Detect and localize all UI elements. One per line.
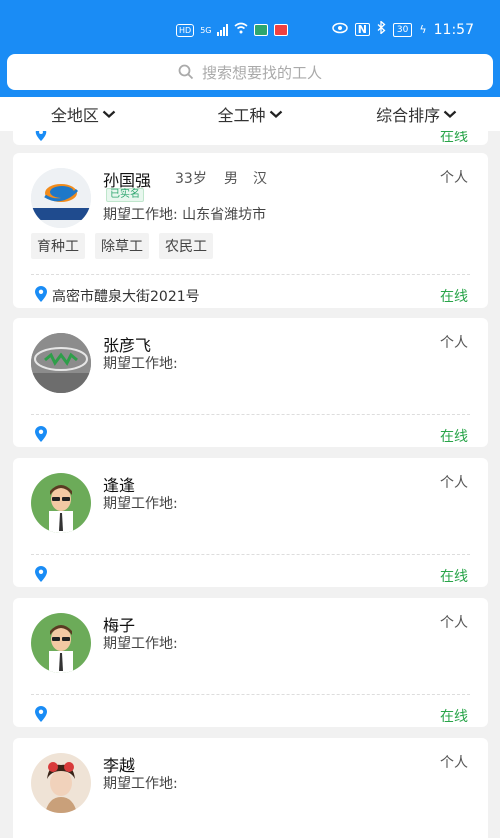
avatar: [31, 473, 91, 533]
expected-location-label: 期望工作地:: [103, 496, 178, 512]
worker-type: 个人: [440, 755, 468, 771]
worker-age: 33岁: [175, 171, 207, 187]
expected-location: 期望工作地: 山东省潍坊市: [103, 204, 266, 224]
divider: [31, 274, 470, 275]
battery-icon: 30: [392, 22, 413, 37]
online-status: 在线: [440, 429, 468, 445]
worker-card[interactable]: 梅子 个人 期望工作地: 在线: [13, 598, 488, 727]
online-status: 在线: [440, 709, 468, 725]
filter-region-label: 全地区: [50, 106, 99, 125]
clock: 11:57: [433, 21, 474, 38]
worker-gender: 男: [224, 171, 238, 187]
worker-address: 高密市醴泉大街2021号: [52, 289, 200, 305]
verified-badge: 已实名: [106, 188, 144, 202]
worker-type: 个人: [440, 170, 468, 186]
app-notification-icon: [254, 24, 269, 36]
worker-type: 个人: [440, 335, 468, 351]
eye-icon: [331, 22, 348, 38]
location-pin-icon: [35, 566, 47, 582]
divider: [31, 414, 470, 415]
divider: [31, 694, 470, 695]
search-bar[interactable]: 搜索想要找的工人: [7, 54, 493, 90]
worker-card[interactable]: 李越 个人 期望工作地:: [13, 738, 488, 838]
search-icon: [178, 64, 194, 80]
filter-bar: 全地区 全工种 综合排序: [0, 97, 500, 131]
filter-trade[interactable]: 全工种: [167, 97, 334, 131]
location-pin-icon: [35, 131, 47, 141]
network-5g-label: 5G: [200, 25, 212, 35]
online-status: 在线: [440, 289, 468, 305]
nfc-icon: N: [354, 23, 370, 36]
worker-card[interactable]: 孙国强 33岁 男 汉 个人 已实名 期望工作地: 山东省潍坊市 育种工 除草工…: [13, 153, 488, 308]
mail-notification-icon: [274, 24, 289, 36]
charging-icon: ϟ: [419, 23, 427, 36]
filter-trade-label: 全工种: [217, 106, 266, 125]
hd-chip: HD: [176, 23, 195, 37]
bluetooth-icon: [377, 20, 386, 38]
location-pin-icon: [35, 706, 47, 722]
status-bar-right: N 30 ϟ 11:57: [331, 20, 474, 38]
location-pin-icon: [35, 286, 47, 302]
expected-location-label: 期望工作地:: [103, 356, 178, 372]
chevron-down-icon: [443, 110, 457, 118]
list-item-partial[interactable]: 在线: [13, 131, 488, 145]
online-status: 在线: [440, 131, 468, 145]
avatar: [31, 333, 91, 393]
filter-region[interactable]: 全地区: [0, 97, 167, 131]
status-bar: HD 5G N 30 ϟ 11:57: [0, 18, 500, 42]
skill-tag: 除草工: [95, 233, 149, 259]
expected-location-label: 期望工作地:: [103, 776, 178, 792]
worker-ethnicity: 汉: [253, 171, 267, 187]
online-status: 在线: [440, 569, 468, 585]
chevron-down-icon: [102, 110, 116, 118]
skill-tag: 育种工: [31, 233, 85, 259]
signal-icon: [217, 24, 229, 36]
expected-location-value: 山东省潍坊市: [182, 207, 267, 223]
filter-sort[interactable]: 综合排序: [333, 97, 500, 131]
wifi-icon: [234, 22, 248, 38]
skill-tag: 农民工: [159, 233, 213, 259]
expected-location-label: 期望工作地:: [103, 207, 178, 223]
avatar: [31, 613, 91, 673]
avatar: [31, 168, 91, 228]
divider: [31, 554, 470, 555]
worker-card[interactable]: 逢逢 个人 期望工作地: 在线: [13, 458, 488, 587]
search-placeholder: 搜索想要找的工人: [201, 63, 322, 82]
status-bar-left: HD 5G: [176, 22, 289, 38]
worker-type: 个人: [440, 615, 468, 631]
worker-card[interactable]: 张彦飞 个人 期望工作地: 在线: [13, 318, 488, 447]
chevron-down-icon: [269, 110, 282, 118]
app-header: HD 5G N 30 ϟ 11:57 搜索想要找的工人: [0, 0, 500, 97]
worker-type: 个人: [440, 475, 468, 491]
avatar: [31, 753, 91, 813]
location-pin-icon: [35, 426, 47, 442]
expected-location-label: 期望工作地:: [103, 636, 178, 652]
filter-sort-label: 综合排序: [376, 106, 441, 125]
